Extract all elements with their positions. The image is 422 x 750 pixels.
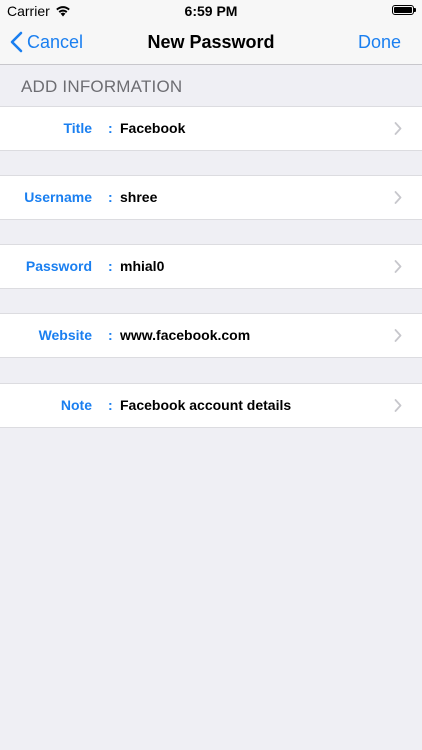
field-label: Note xyxy=(60,397,92,413)
field-value: Facebook account details xyxy=(120,397,292,413)
chevron-right-icon xyxy=(394,122,402,135)
field-label: Website xyxy=(38,327,92,343)
field-colon: : xyxy=(108,397,113,413)
field-label: Title xyxy=(63,120,92,136)
field-row-note[interactable]: Note : Facebook account details xyxy=(0,383,422,428)
field-value: mhial0 xyxy=(120,258,165,274)
chevron-right-icon xyxy=(394,260,402,273)
field-row-title[interactable]: Title : Facebook xyxy=(0,106,422,151)
chevron-right-icon xyxy=(394,191,402,204)
field-colon: : xyxy=(108,189,113,205)
field-colon: : xyxy=(108,120,113,136)
field-colon: : xyxy=(108,258,113,274)
battery-icon xyxy=(392,5,416,15)
field-label: Password xyxy=(25,258,92,274)
chevron-right-icon xyxy=(394,329,402,342)
field-value: shree xyxy=(120,189,158,205)
section-header: ADD INFORMATION xyxy=(21,77,183,96)
field-value: www.facebook.com xyxy=(120,327,251,343)
field-row-username[interactable]: Username : shree xyxy=(0,175,422,220)
chevron-right-icon xyxy=(394,399,402,412)
field-row-website[interactable]: Website : www.facebook.com xyxy=(0,313,422,358)
field-value: Facebook xyxy=(120,120,186,136)
done-button[interactable]: Done xyxy=(358,32,401,53)
clock: 6:59 PM xyxy=(184,3,238,19)
field-row-password[interactable]: Password : mhial0 xyxy=(0,244,422,289)
field-colon: : xyxy=(108,327,113,343)
navigation-bar: Cancel New Password Done xyxy=(0,22,422,65)
field-label: Username xyxy=(24,189,92,205)
status-bar: Carrier 6:59 PM xyxy=(0,0,422,22)
